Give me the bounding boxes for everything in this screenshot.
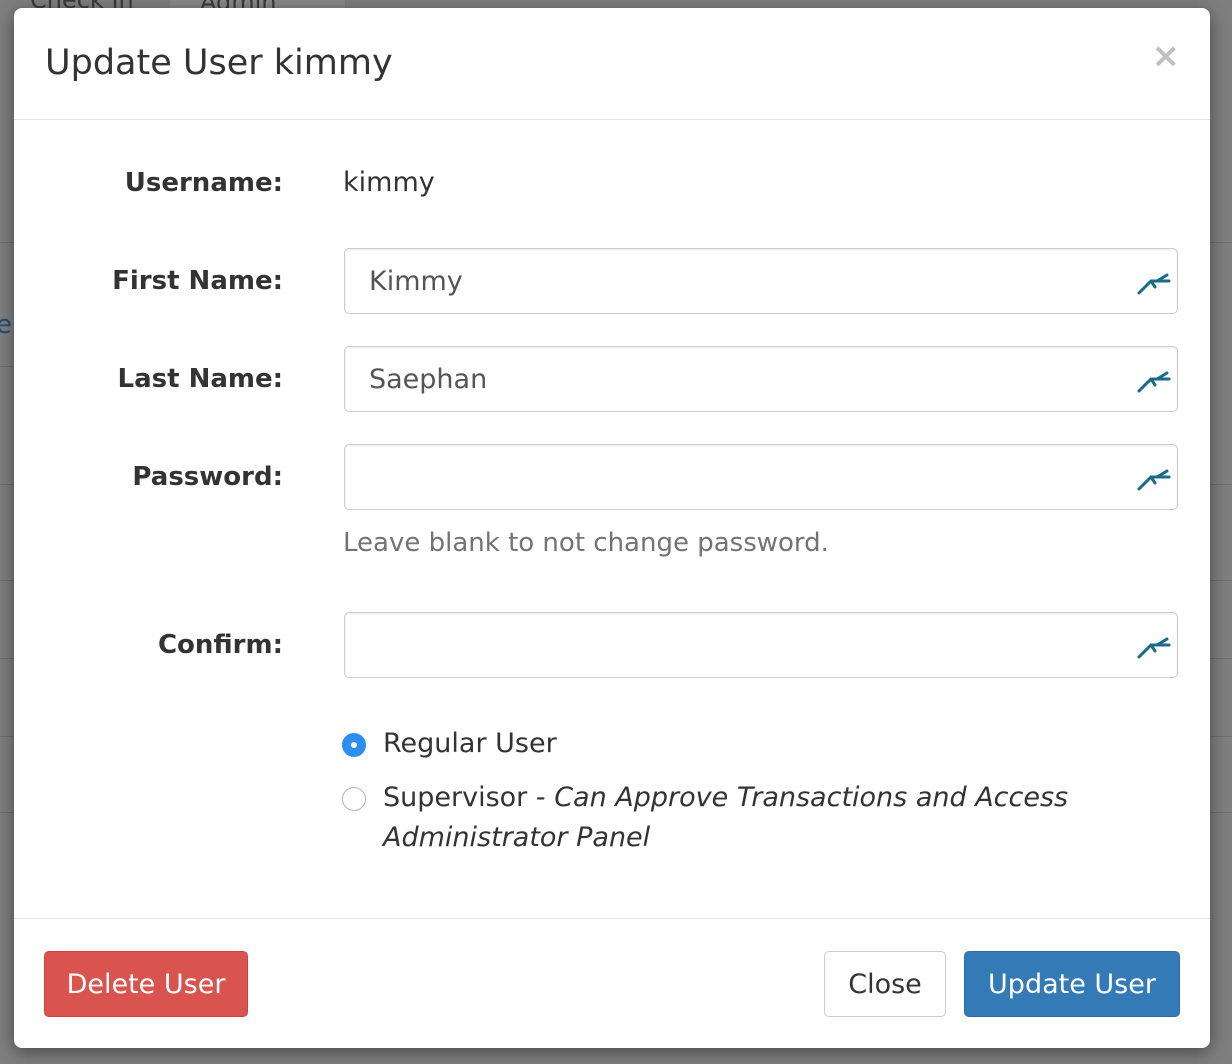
bg-divider <box>1210 736 1232 737</box>
password-label: Password: <box>132 462 283 492</box>
password-manager-key-icon[interactable] <box>1135 367 1175 395</box>
bg-tab-admin: Admin <box>170 0 345 16</box>
bg-divider <box>1210 242 1232 243</box>
bg-divider <box>0 366 14 367</box>
bg-divider <box>0 658 14 659</box>
password-manager-key-icon[interactable] <box>1135 465 1175 493</box>
bg-divider <box>0 242 14 243</box>
bg-divider <box>0 812 14 813</box>
radio-regular-user[interactable] <box>342 733 366 757</box>
bg-divider <box>1210 812 1232 813</box>
modal-title: Update User kimmy <box>45 43 393 83</box>
modal-header: Update User kimmy × <box>14 8 1210 120</box>
bg-divider <box>1210 658 1232 659</box>
last-name-input[interactable] <box>345 347 1139 411</box>
delete-user-button[interactable]: Delete User <box>44 951 248 1017</box>
supervisor-label-line1: Supervisor - Can Approve Transactions an… <box>383 778 1068 818</box>
bg-link-fragment: e <box>0 310 12 340</box>
close-icon[interactable]: × <box>1152 36 1181 76</box>
bg-divider <box>0 484 14 485</box>
close-button[interactable]: Close <box>824 951 946 1017</box>
username-label: Username: <box>124 168 283 198</box>
modal-footer: Delete User Close Update User <box>14 918 1210 1048</box>
supervisor-label: Supervisor <box>383 782 528 813</box>
password-manager-key-icon[interactable] <box>1135 633 1175 661</box>
last-name-field-wrapper <box>344 346 1178 412</box>
update-user-button[interactable]: Update User <box>964 951 1180 1017</box>
password-manager-key-icon[interactable] <box>1135 269 1175 297</box>
confirm-password-input[interactable] <box>345 613 1139 677</box>
supervisor-description-line2: Administrator Panel <box>383 822 651 853</box>
password-help-text: Leave blank to not change password. <box>343 528 829 558</box>
supervisor-description-line1: Can Approve Transactions and Access <box>554 782 1069 813</box>
bg-divider <box>1210 580 1232 581</box>
supervisor-label-line2: Administrator Panel <box>383 818 650 858</box>
first-name-input[interactable] <box>345 249 1139 313</box>
bg-divider <box>0 580 14 581</box>
supervisor-separator: - <box>527 782 555 813</box>
bg-divider <box>0 736 14 737</box>
radio-supervisor[interactable] <box>342 787 366 811</box>
first-name-field-wrapper <box>344 248 1178 314</box>
last-name-label: Last Name: <box>117 364 284 394</box>
first-name-label: First Name: <box>112 266 283 296</box>
password-input[interactable] <box>345 445 1139 509</box>
confirm-label: Confirm: <box>157 630 283 660</box>
password-field-wrapper <box>344 444 1178 510</box>
regular-user-label: Regular User <box>383 728 557 759</box>
bg-divider <box>1210 484 1232 485</box>
confirm-field-wrapper <box>344 612 1178 678</box>
username-value: kimmy <box>343 167 435 198</box>
update-user-modal: Update User kimmy × Username: kimmy Firs… <box>14 8 1210 1048</box>
